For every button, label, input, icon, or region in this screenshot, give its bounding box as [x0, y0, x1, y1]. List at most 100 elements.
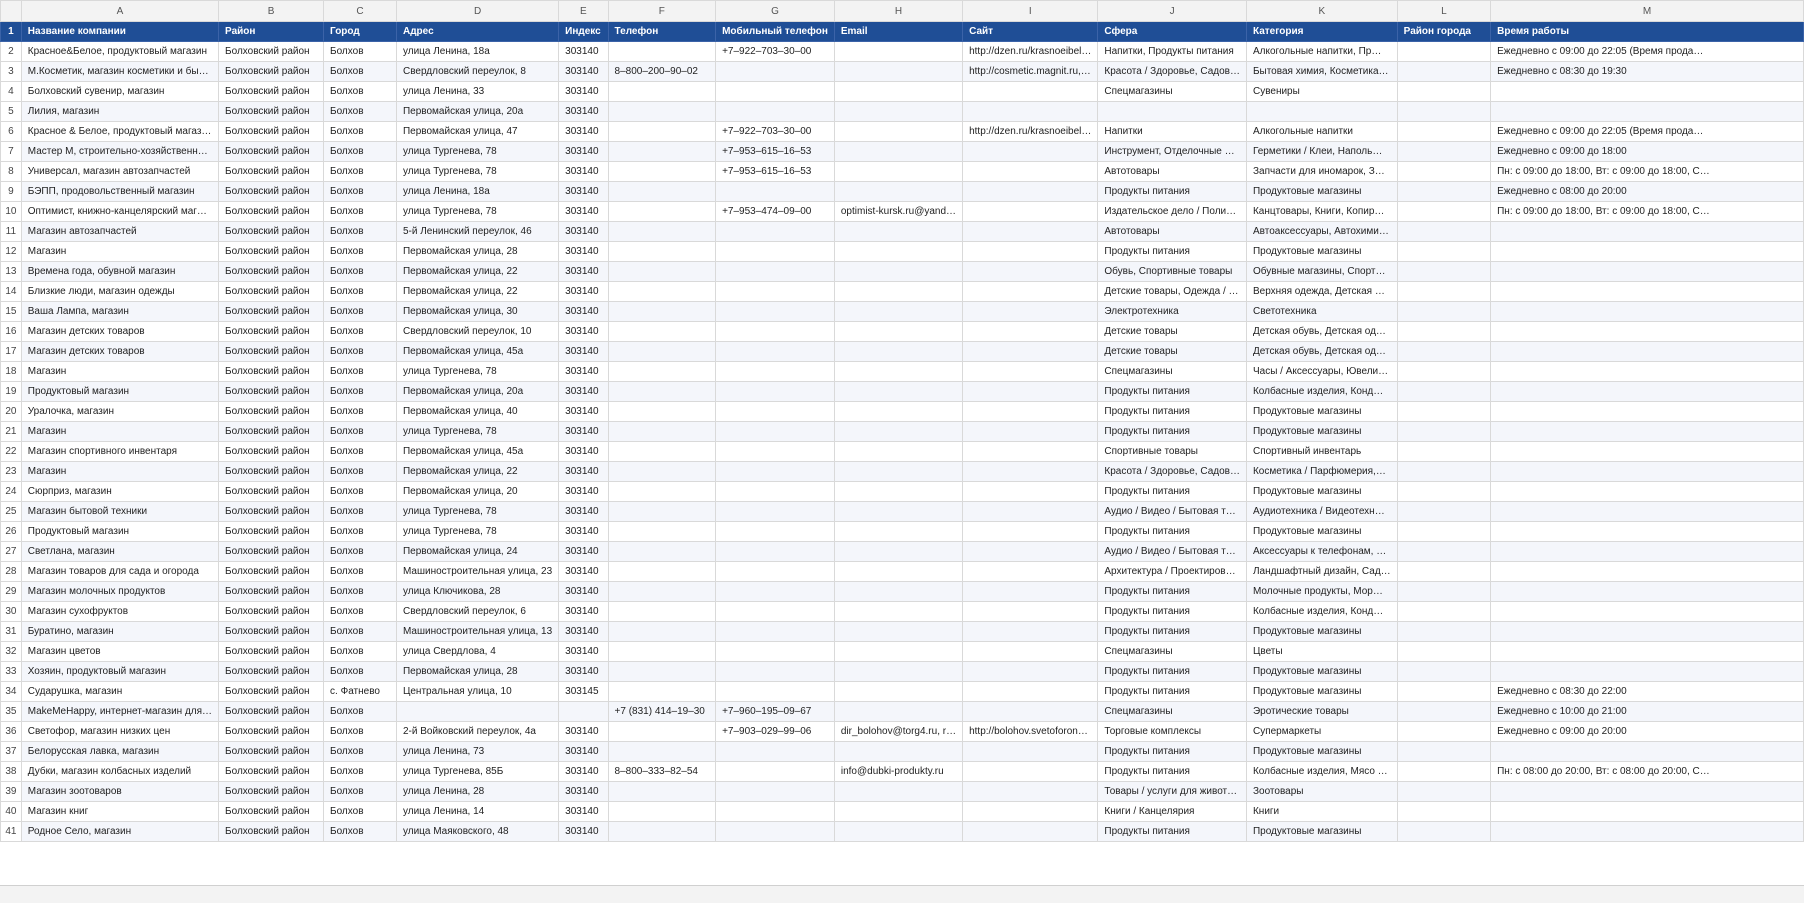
row-number[interactable]: 29: [0, 581, 22, 602]
table-cell[interactable]: [833, 801, 964, 822]
header-cell[interactable]: Сфера: [1097, 21, 1247, 42]
table-cell[interactable]: Косметика / Парфюмерия,…: [1245, 461, 1398, 482]
table-cell[interactable]: 303140: [558, 521, 609, 542]
table-cell[interactable]: [607, 281, 717, 302]
table-cell[interactable]: 303140: [558, 581, 609, 602]
table-cell[interactable]: Болховский район: [218, 521, 325, 542]
table-cell[interactable]: [833, 621, 964, 642]
table-cell[interactable]: [1396, 181, 1492, 202]
column-letter-K[interactable]: K: [1245, 0, 1398, 22]
table-cell[interactable]: Продуктовые магазины: [1245, 241, 1398, 262]
table-cell[interactable]: Болхов: [323, 101, 397, 122]
table-cell[interactable]: [715, 801, 835, 822]
table-cell[interactable]: Свердловский переулок, 8: [395, 61, 560, 82]
table-cell[interactable]: Болхов: [323, 341, 397, 362]
table-cell[interactable]: Лилия, магазин: [20, 101, 220, 122]
table-cell[interactable]: 303140: [558, 61, 609, 82]
table-cell[interactable]: улица Тургенева, 78: [395, 361, 560, 382]
table-cell[interactable]: +7‒960‒195‒09‒67: [715, 701, 835, 722]
column-letter-H[interactable]: H: [833, 0, 964, 22]
row-number[interactable]: 38: [0, 761, 22, 782]
table-cell[interactable]: [1490, 541, 1804, 562]
table-cell[interactable]: 303140: [558, 561, 609, 582]
table-cell[interactable]: улица Тургенева, 78: [395, 161, 560, 182]
column-letter-I[interactable]: I: [962, 0, 1099, 22]
table-cell[interactable]: Дубки, магазин колбасных изделий: [20, 761, 220, 782]
table-cell[interactable]: Продукты питания: [1097, 421, 1247, 442]
table-cell[interactable]: [607, 341, 717, 362]
table-cell[interactable]: 303140: [558, 361, 609, 382]
table-cell[interactable]: [833, 281, 964, 302]
table-cell[interactable]: 303140: [558, 221, 609, 242]
table-cell[interactable]: [715, 361, 835, 382]
table-cell[interactable]: Инструмент, Отделочные …: [1097, 141, 1247, 162]
table-cell[interactable]: М.Косметик, магазин косметики и бы…: [20, 61, 220, 82]
row-number[interactable]: 9: [0, 181, 22, 202]
table-cell[interactable]: [607, 521, 717, 542]
table-cell[interactable]: [962, 761, 1099, 782]
table-cell[interactable]: Магазин: [20, 421, 220, 442]
table-cell[interactable]: Болховский район: [218, 81, 325, 102]
table-cell[interactable]: Архитектура / Проектиров…: [1097, 561, 1247, 582]
table-cell[interactable]: Универсал, магазин автозапчастей: [20, 161, 220, 182]
row-number[interactable]: 19: [0, 381, 22, 402]
table-cell[interactable]: 303140: [558, 661, 609, 682]
table-cell[interactable]: [715, 621, 835, 642]
table-cell[interactable]: Продуктовый магазин: [20, 381, 220, 402]
table-cell[interactable]: [715, 181, 835, 202]
table-cell[interactable]: Мастер М, строительно-хозяйственн…: [20, 141, 220, 162]
table-cell[interactable]: Молочные продукты, Мор…: [1245, 581, 1398, 602]
table-cell[interactable]: Автоаксессуары, Автохими…: [1245, 221, 1398, 242]
table-cell[interactable]: [1396, 201, 1492, 222]
table-cell[interactable]: Продукты питания: [1097, 621, 1247, 642]
row-number[interactable]: 22: [0, 441, 22, 462]
table-cell[interactable]: Первомайская улица, 45а: [395, 341, 560, 362]
table-cell[interactable]: [1490, 581, 1804, 602]
row-number[interactable]: 5: [0, 101, 22, 122]
column-letter-G[interactable]: G: [715, 0, 835, 22]
table-cell[interactable]: Детская обувь, Детская од…: [1245, 341, 1398, 362]
table-cell[interactable]: [607, 121, 717, 142]
table-cell[interactable]: Продуктовые магазины: [1245, 521, 1398, 542]
table-cell[interactable]: [607, 821, 717, 842]
table-cell[interactable]: [833, 601, 964, 622]
table-cell[interactable]: [962, 741, 1099, 762]
table-cell[interactable]: Машиностроительная улица, 13: [395, 621, 560, 642]
table-cell[interactable]: Ежедневно с 10:00 до 21:00: [1490, 701, 1804, 722]
table-cell[interactable]: Близкие люди, магазин одежды: [20, 281, 220, 302]
row-number[interactable]: 41: [0, 821, 22, 842]
table-cell[interactable]: [715, 241, 835, 262]
table-cell[interactable]: 5-й Ленинский переулок, 46: [395, 221, 560, 242]
table-cell[interactable]: Обувные магазины, Спорт…: [1245, 261, 1398, 282]
header-cell[interactable]: Адрес: [395, 21, 560, 42]
table-cell[interactable]: [715, 601, 835, 622]
column-letter-L[interactable]: L: [1396, 0, 1492, 22]
table-cell[interactable]: Болхов: [323, 61, 397, 82]
table-cell[interactable]: Супермаркеты: [1245, 721, 1398, 742]
table-cell[interactable]: [1490, 461, 1804, 482]
table-cell[interactable]: Ежедневно с 09:00 до 22:05 (Время прода…: [1490, 41, 1804, 62]
table-cell[interactable]: [607, 661, 717, 682]
table-cell[interactable]: [1490, 381, 1804, 402]
table-cell[interactable]: [1490, 481, 1804, 502]
table-cell[interactable]: [1490, 281, 1804, 302]
table-cell[interactable]: [833, 741, 964, 762]
row-number[interactable]: 17: [0, 341, 22, 362]
table-cell[interactable]: [1396, 681, 1492, 702]
table-cell[interactable]: [962, 141, 1099, 162]
table-cell[interactable]: [715, 321, 835, 342]
table-cell[interactable]: [1245, 101, 1398, 122]
table-cell[interactable]: [1396, 801, 1492, 822]
table-cell[interactable]: [1396, 381, 1492, 402]
table-cell[interactable]: [962, 521, 1099, 542]
table-cell[interactable]: Светофор, магазин низких цен: [20, 721, 220, 742]
table-cell[interactable]: БЭПП, продовольственный магазин: [20, 181, 220, 202]
table-cell[interactable]: [607, 501, 717, 522]
header-cell[interactable]: Время работы: [1490, 21, 1804, 42]
table-cell[interactable]: Продуктовые магазины: [1245, 661, 1398, 682]
table-cell[interactable]: Продукты питания: [1097, 661, 1247, 682]
table-cell[interactable]: Болховский район: [218, 781, 325, 802]
table-cell[interactable]: Болхов: [323, 621, 397, 642]
row-number[interactable]: 39: [0, 781, 22, 802]
table-cell[interactable]: [833, 581, 964, 602]
